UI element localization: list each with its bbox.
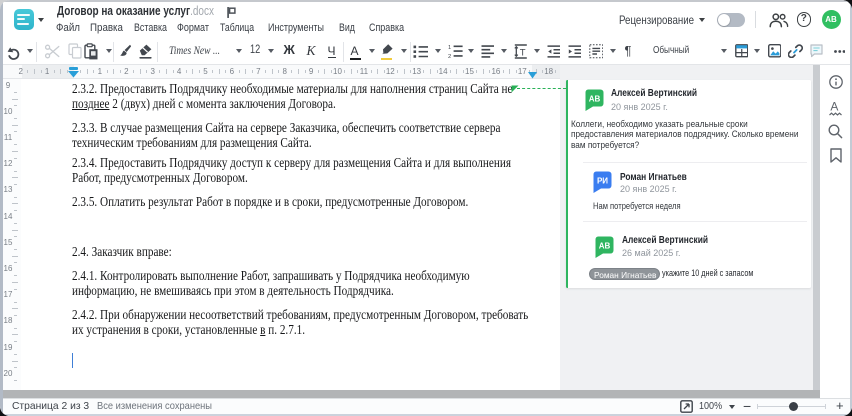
svg-text:1: 1: [448, 45, 451, 51]
svg-text:2: 2: [448, 54, 451, 58]
svg-text:АВ: АВ: [589, 94, 601, 103]
svg-text:T: T: [519, 47, 525, 58]
svg-text:РИ: РИ: [597, 177, 608, 186]
svg-text:АВ: АВ: [599, 241, 611, 250]
svg-text:А: А: [830, 100, 838, 114]
